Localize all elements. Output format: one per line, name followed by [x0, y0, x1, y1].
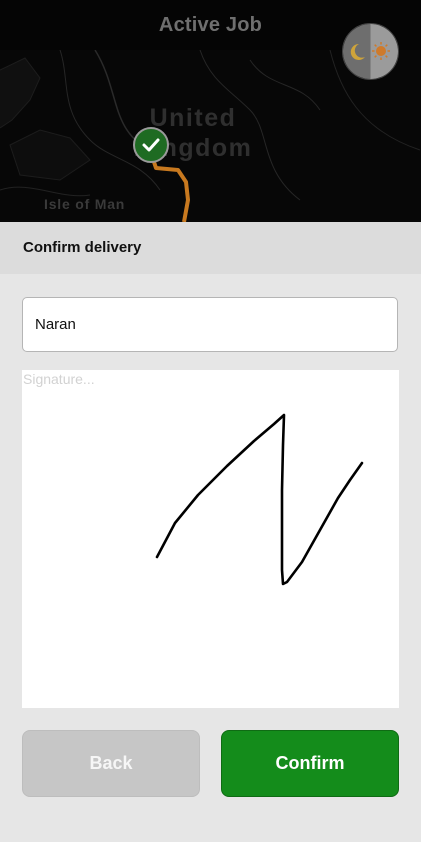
- panel-header: Confirm delivery: [0, 222, 421, 274]
- check-circle-icon[interactable]: [133, 127, 169, 163]
- back-button[interactable]: Back: [22, 730, 200, 797]
- signature-stroke: [155, 413, 364, 586]
- signature-pad[interactable]: Signature...: [22, 370, 399, 708]
- map-label-island: Isle of Man: [44, 196, 126, 212]
- map-header: Active Job United Kingdom Isle of Man: [0, 0, 421, 222]
- panel-title: Confirm delivery: [23, 239, 142, 256]
- theme-toggle-button[interactable]: [342, 23, 399, 80]
- name-field[interactable]: [22, 297, 398, 352]
- confirm-button[interactable]: Confirm: [221, 730, 399, 797]
